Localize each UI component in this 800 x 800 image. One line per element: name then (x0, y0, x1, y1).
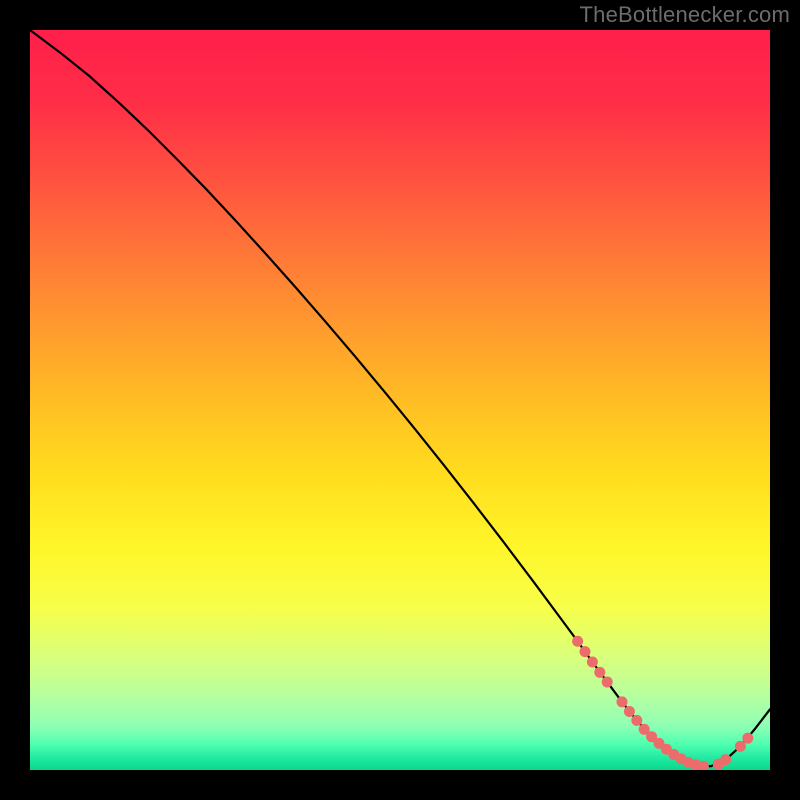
chart-background (30, 30, 770, 770)
attribution-text: TheBottlenecker.com (580, 2, 790, 28)
chart-plot (30, 30, 770, 770)
marker-dot (624, 706, 635, 717)
marker-dot (617, 696, 628, 707)
marker-dot (587, 656, 598, 667)
marker-dot (594, 667, 605, 678)
chart-frame: TheBottlenecker.com (0, 0, 800, 800)
marker-dot (742, 733, 753, 744)
marker-dot (602, 676, 613, 687)
marker-dot (572, 636, 583, 647)
marker-dot (631, 715, 642, 726)
chart-svg (30, 30, 770, 770)
marker-dot (720, 754, 731, 765)
marker-dot (735, 741, 746, 752)
marker-dot (580, 646, 591, 657)
